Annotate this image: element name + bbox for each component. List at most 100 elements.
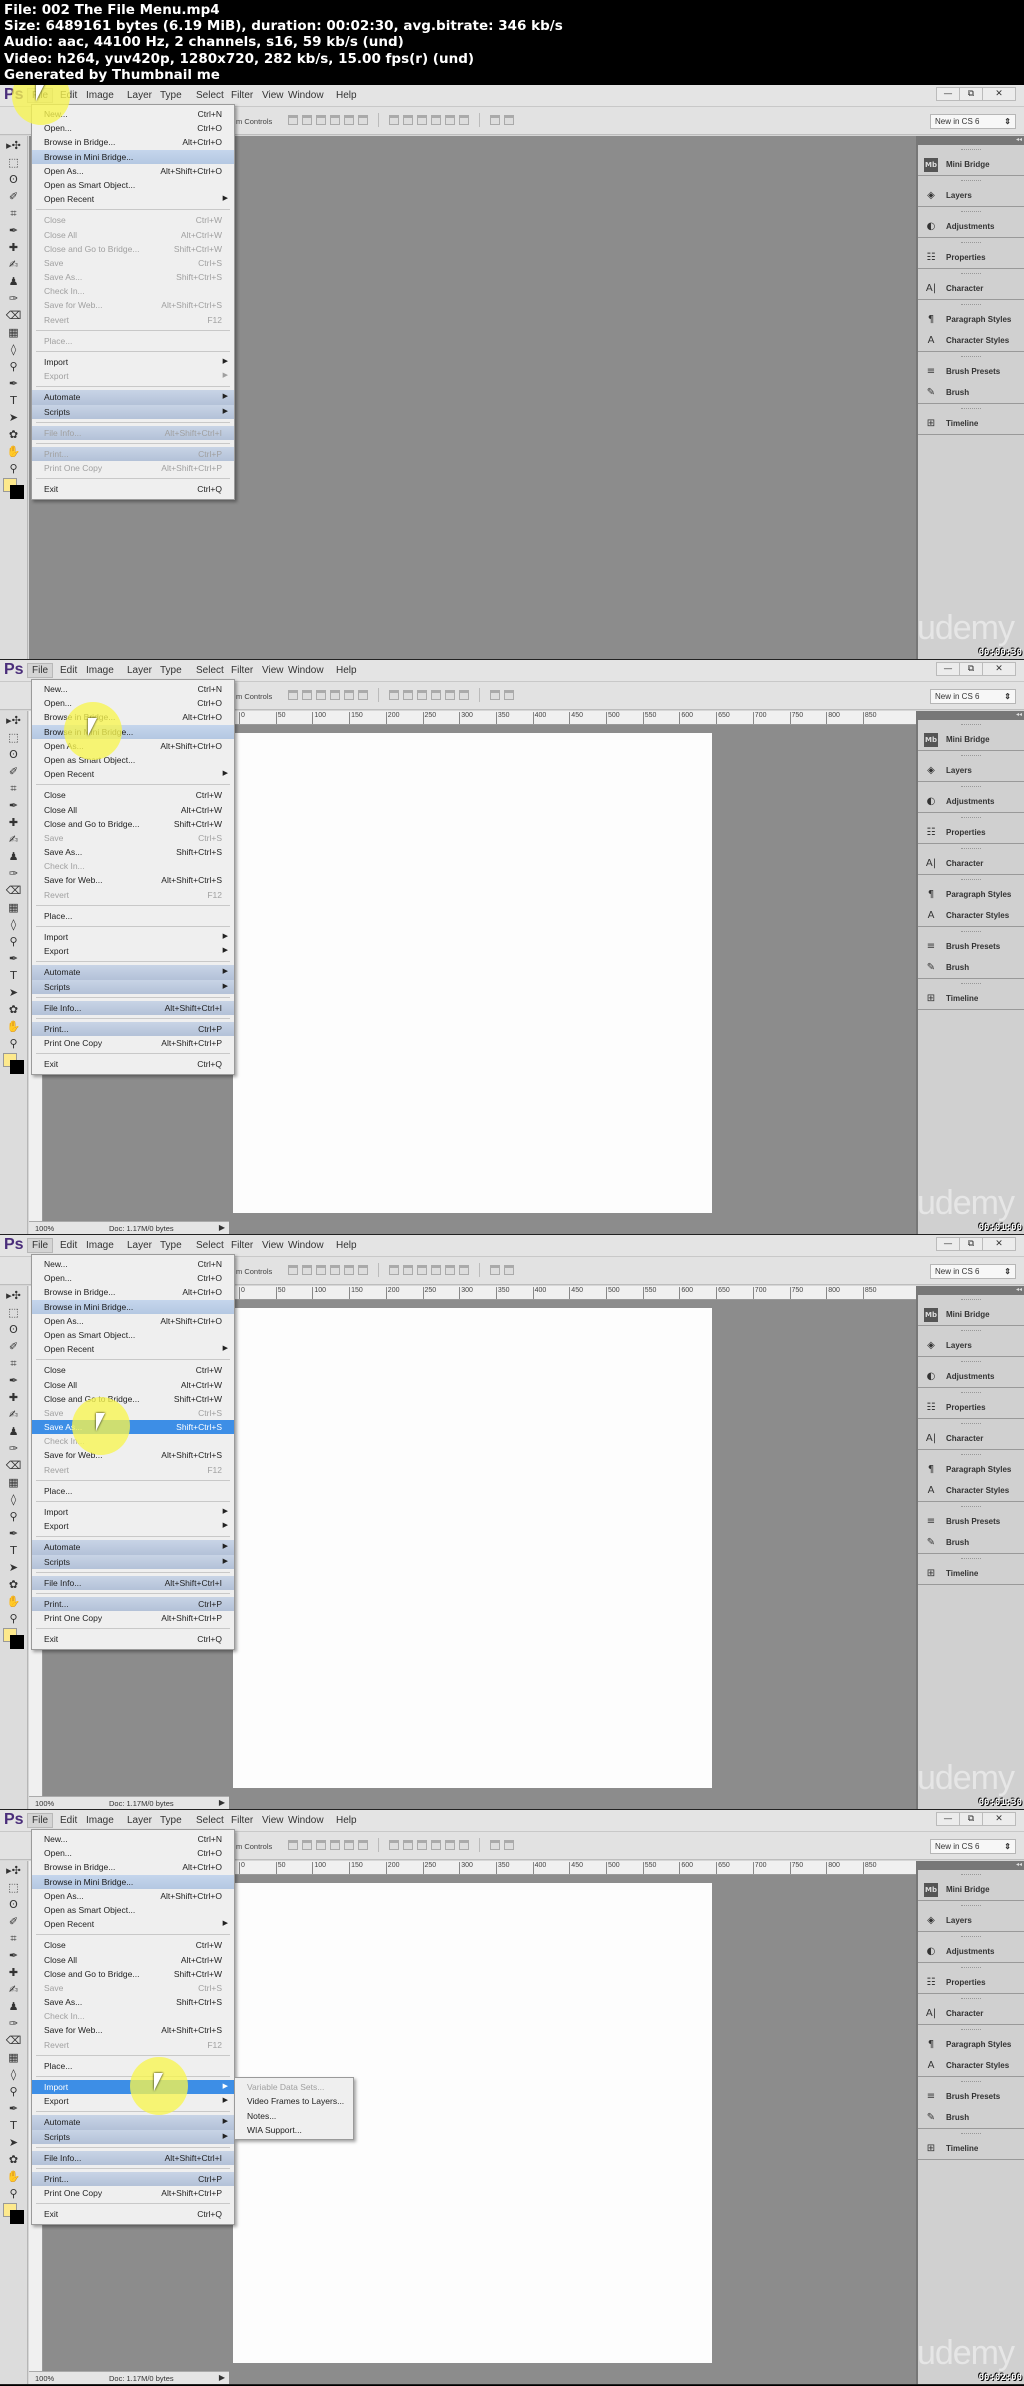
menu-item-open[interactable]: Open... Ctrl+O (32, 121, 234, 135)
workspace-select[interactable]: New in CS 6 ⇕ (930, 689, 1016, 704)
tool-icon[interactable]: ♟ (5, 1425, 23, 1439)
menu-item-file-info[interactable]: File Info... Alt+Shift+Ctrl+I (32, 1575, 234, 1590)
group-grip[interactable] (961, 1506, 981, 1509)
menu-select[interactable]: Select (196, 90, 224, 101)
menu-filter[interactable]: Filter (231, 1815, 253, 1826)
workspace-select[interactable]: New in CS 6 ⇕ (930, 1264, 1016, 1279)
tool-icon[interactable]: ✚ (5, 816, 23, 830)
menu-item-print-one-copy[interactable]: Print One Copy Alt+Shift+Ctrl+P (32, 1611, 234, 1625)
group-grip[interactable] (961, 1874, 981, 1877)
menu-item-automate[interactable]: Automate ▶ (32, 390, 234, 405)
panel-character[interactable]: A| Character (918, 278, 1024, 299)
group-grip[interactable] (961, 2133, 981, 2136)
align-icon[interactable] (417, 1265, 427, 1275)
group-grip[interactable] (961, 1454, 981, 1457)
menu-item-open-as-smart-object[interactable]: Open as Smart Object... (32, 753, 234, 767)
align-icon[interactable] (316, 1840, 326, 1850)
restore-button[interactable]: ⧉ (959, 87, 983, 101)
menu-item-browse-in-bridge[interactable]: Browse in Bridge...Alt+Ctrl+O (32, 1860, 234, 1874)
align-icon[interactable] (302, 1840, 312, 1850)
panel-brush[interactable]: ✎ Brush (918, 382, 1024, 403)
tool-icon[interactable]: ✋ (5, 1020, 23, 1034)
close-button[interactable]: ✕ (982, 662, 1016, 676)
panel-brush[interactable]: ✎ Brush (918, 2107, 1024, 2128)
group-grip[interactable] (961, 1299, 981, 1302)
menu-item-new[interactable]: New...Ctrl+N (32, 1832, 234, 1846)
tool-icon[interactable]: ♟ (5, 275, 23, 289)
tool-icon[interactable]: ▦ (5, 901, 23, 915)
tool-icon[interactable]: ⚲ (5, 2187, 23, 2201)
menu-view[interactable]: View (262, 665, 284, 676)
zoom-level[interactable]: 100% (35, 2374, 61, 2383)
menu-item-save-as[interactable]: Save As... Shift+Ctrl+S (32, 1995, 234, 2009)
menu-view[interactable]: View (262, 1240, 284, 1251)
dock-collapse-button[interactable]: ◂◂ (918, 136, 1024, 145)
menu-item-scripts[interactable]: Scripts ▶ (32, 2129, 234, 2144)
align-icon[interactable] (288, 1265, 298, 1275)
align-icon[interactable] (417, 115, 427, 125)
menu-item-open-as[interactable]: Open As... Alt+Shift+Ctrl+O (32, 739, 234, 753)
tool-icon[interactable]: ⚲ (5, 935, 23, 949)
menu-item-import[interactable]: Import ▶ (32, 1505, 234, 1519)
align-icon[interactable] (490, 1840, 500, 1850)
close-button[interactable]: ✕ (982, 87, 1016, 101)
menu-layer[interactable]: Layer (127, 665, 152, 676)
menu-window[interactable]: Window (288, 665, 324, 676)
align-icon[interactable] (445, 115, 455, 125)
menu-item-open-as[interactable]: Open As... Alt+Shift+Ctrl+O (32, 164, 234, 178)
align-icon[interactable] (358, 690, 368, 700)
menu-image[interactable]: Image (86, 1815, 114, 1826)
group-grip[interactable] (961, 1330, 981, 1333)
menu-image[interactable]: Image (86, 665, 114, 676)
align-icon[interactable] (431, 115, 441, 125)
align-icon[interactable] (431, 1265, 441, 1275)
menu-type[interactable]: Type (160, 90, 182, 101)
menu-item-open-recent[interactable]: Open Recent ▶ (32, 192, 234, 206)
group-grip[interactable] (961, 786, 981, 789)
group-grip[interactable] (961, 1558, 981, 1561)
menu-item-export[interactable]: Export ▶ (32, 944, 234, 958)
menu-item-close-and-go-to-bridge[interactable]: Close and Go to Bridge...Shift+Ctrl+W (32, 1392, 234, 1406)
status-menu-arrow[interactable]: ▶ (219, 1223, 225, 1232)
menu-help[interactable]: Help (336, 1815, 357, 1826)
panel-timeline[interactable]: ⊞ Timeline (918, 1563, 1024, 1584)
workspace-select[interactable]: New in CS 6 ⇕ (930, 114, 1016, 129)
menu-item-open-as[interactable]: Open As... Alt+Shift+Ctrl+O (32, 1889, 234, 1903)
background-color-swatch[interactable] (10, 1060, 24, 1074)
tool-icon[interactable]: ▸✣ (5, 1289, 23, 1303)
tool-icon[interactable]: ➤ (5, 1561, 23, 1575)
align-icon[interactable] (504, 115, 514, 125)
menu-item-export[interactable]: Export ▶ (32, 1519, 234, 1533)
align-icon[interactable] (504, 1265, 514, 1275)
menu-layer[interactable]: Layer (127, 1815, 152, 1826)
tool-icon[interactable]: ʘ (5, 748, 23, 762)
submenu-item-notes[interactable]: Notes... (235, 2109, 353, 2123)
align-icon[interactable] (344, 115, 354, 125)
group-grip[interactable] (961, 817, 981, 820)
tool-icon[interactable]: ✋ (5, 2170, 23, 2184)
group-grip[interactable] (961, 2081, 981, 2084)
group-grip[interactable] (961, 242, 981, 245)
panel-character-styles[interactable]: A Character Styles (918, 905, 1024, 926)
group-grip[interactable] (961, 1998, 981, 2001)
menu-item-print[interactable]: Print... Ctrl+P (32, 2171, 234, 2187)
status-menu-arrow[interactable]: ▶ (219, 2373, 225, 2382)
restore-button[interactable]: ⧉ (959, 1812, 983, 1826)
tool-icon[interactable]: ⬚ (5, 1881, 23, 1895)
align-icon[interactable] (316, 115, 326, 125)
align-icon[interactable] (389, 690, 399, 700)
tool-icon[interactable]: ✑ (5, 2017, 23, 2031)
align-icon[interactable] (288, 690, 298, 700)
document-canvas[interactable] (233, 733, 712, 1213)
group-grip[interactable] (961, 180, 981, 183)
align-icon[interactable] (302, 690, 312, 700)
tool-icon[interactable]: ✍ (5, 833, 23, 847)
tool-icon[interactable]: ✐ (5, 190, 23, 204)
submenu-item-video-frames-to-layers[interactable]: Video Frames to Layers... (235, 2094, 353, 2108)
menu-item-open-as-smart-object[interactable]: Open as Smart Object... (32, 1903, 234, 1917)
group-grip[interactable] (961, 408, 981, 411)
align-icon[interactable] (459, 115, 469, 125)
panel-adjustments[interactable]: ◐ Adjustments (918, 1941, 1024, 1962)
panel-properties[interactable]: ☷ Properties (918, 1397, 1024, 1418)
align-icon[interactable] (344, 690, 354, 700)
